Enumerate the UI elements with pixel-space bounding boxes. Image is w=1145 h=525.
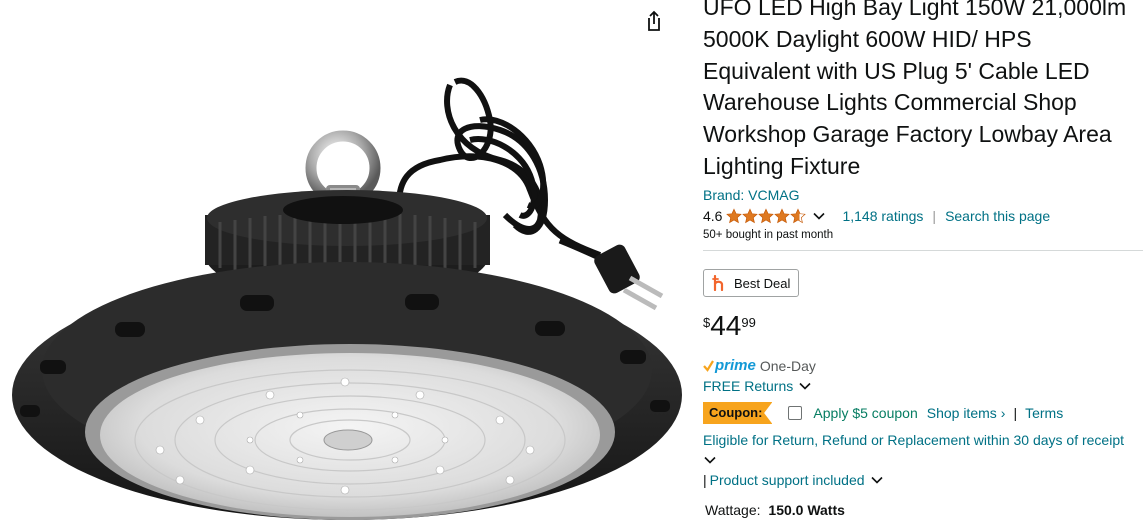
share-icon (648, 10, 660, 31)
separator: | (932, 208, 937, 224)
prime-label: prime (715, 357, 756, 374)
ratings-link[interactable]: 1,148 ratings (842, 208, 923, 224)
prime-check-icon (703, 359, 714, 372)
rating-row: 4.6 1,148 ratings | Search this page (703, 206, 1050, 226)
honey-h-icon (712, 275, 724, 291)
coupon-row: Coupon: Apply $5 coupon Shop items › | T… (703, 401, 1063, 425)
price: $ 44 99 (703, 311, 756, 341)
share-button[interactable] (640, 6, 668, 34)
ufo-light-image (12, 77, 682, 520)
star-icon (742, 208, 759, 224)
star-icon (758, 208, 775, 224)
product-title: UFO LED High Bay Light 150W 21,000lm 500… (703, 0, 1127, 179)
star-rating[interactable] (726, 208, 807, 224)
shop-items-link[interactable]: Shop items (927, 405, 997, 421)
best-deal-badge[interactable]: Best Deal (703, 269, 799, 297)
coupon-badge: Coupon: (703, 402, 773, 424)
wattage-spec: Wattage: 150.0 Watts (705, 502, 845, 518)
separator: | (1013, 405, 1018, 421)
chevron-right-icon: › (1000, 405, 1006, 421)
coupon-checkbox[interactable] (788, 406, 803, 420)
product-image[interactable] (0, 0, 690, 520)
chevron-down-icon[interactable] (812, 209, 826, 223)
price-fraction: 99 (741, 315, 756, 330)
product-support-link[interactable]: Product support included (710, 472, 865, 488)
product-details: UFO LED High Bay Light 150W 21,000lm 500… (703, 0, 1145, 520)
search-this-page-link[interactable]: Search this page (945, 208, 1050, 224)
best-deal-label: Best Deal (734, 275, 791, 291)
bought-count: 50+ bought in past month (703, 229, 834, 241)
chevron-down-icon[interactable] (870, 473, 884, 487)
price-symbol: $ (703, 315, 711, 330)
separator: | (703, 472, 707, 488)
terms-link[interactable]: Terms (1025, 405, 1063, 421)
wattage-value: 150.0 Watts (768, 502, 845, 518)
chevron-down-icon[interactable] (703, 453, 717, 467)
wattage-label: Wattage: (705, 502, 761, 518)
prime-delivery: prime One-Day (703, 357, 816, 374)
star-icon (726, 208, 743, 224)
return-eligibility-link[interactable]: Eligible for Return, Refund or Replaceme… (703, 432, 1124, 448)
star-half-icon (790, 208, 807, 224)
rating-value: 4.6 (703, 208, 723, 224)
apply-coupon-label[interactable]: Apply $5 coupon (813, 405, 917, 421)
price-whole: 44 (710, 310, 742, 341)
chevron-down-icon (799, 382, 811, 390)
product-support: | Product support included (703, 472, 884, 488)
prime-logo[interactable]: prime (703, 357, 756, 374)
brand-link[interactable]: Brand: VCMAG (703, 187, 799, 203)
star-icon (774, 208, 791, 224)
free-returns-label: FREE Returns (703, 378, 794, 394)
divider (703, 250, 1143, 251)
prime-speed: One-Day (759, 357, 816, 374)
free-returns-link[interactable]: FREE Returns (703, 378, 812, 394)
